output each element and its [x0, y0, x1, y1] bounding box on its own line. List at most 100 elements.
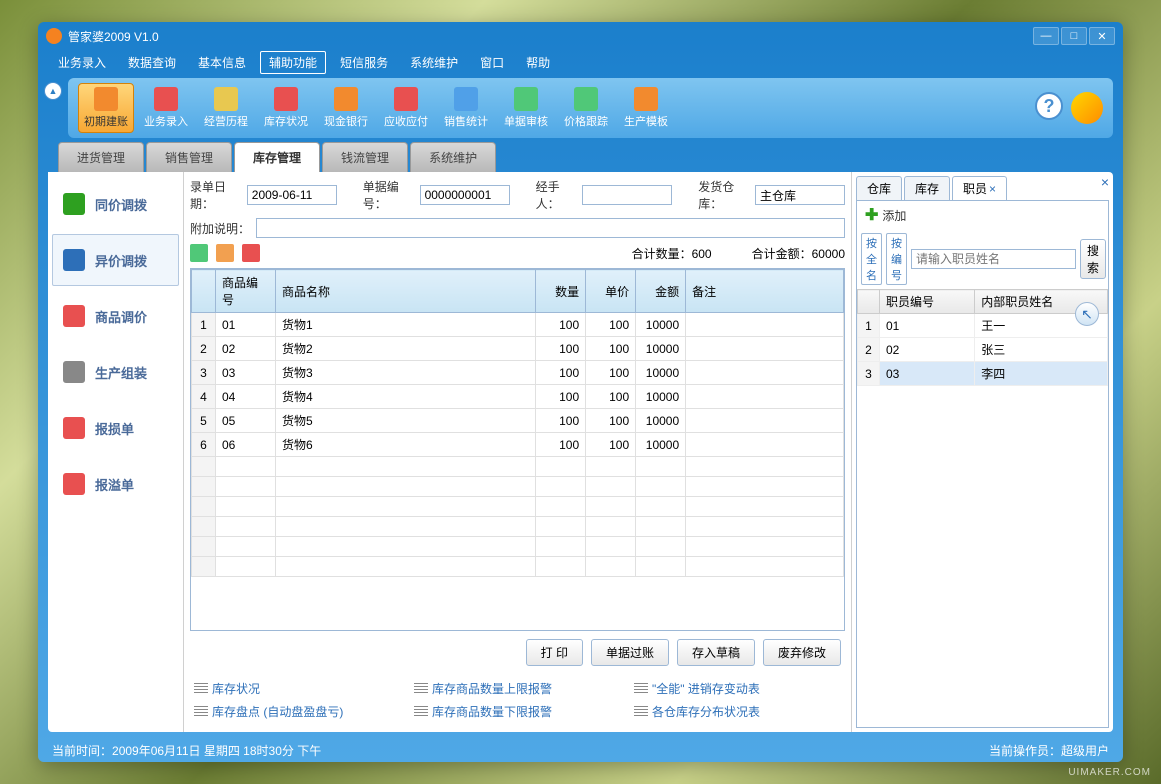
- menu-item-3[interactable]: 辅助功能: [260, 51, 326, 74]
- table-row-empty[interactable]: [192, 557, 844, 577]
- toolbar-button-4[interactable]: 现金银行: [318, 83, 374, 133]
- toolbar-button-6[interactable]: 销售统计: [438, 83, 494, 133]
- extra-input[interactable]: [256, 218, 845, 238]
- goods-grid[interactable]: 商品编号商品名称数量单价金额备注101货物110010010000202货物21…: [190, 268, 845, 631]
- grid-header-5[interactable]: 金额: [636, 270, 686, 313]
- toolbar-button-7[interactable]: 单据审核: [498, 83, 554, 133]
- minimize-button[interactable]: —: [1033, 27, 1059, 45]
- rp-grid-header-0[interactable]: [858, 290, 880, 314]
- tab-close-icon[interactable]: ×: [989, 182, 996, 196]
- employee-search-input[interactable]: [911, 249, 1076, 269]
- right-panel-tab-1[interactable]: 库存: [904, 176, 950, 200]
- filter-code-button[interactable]: 按编号: [886, 233, 907, 285]
- grid-tool-icon-3[interactable]: [242, 244, 260, 262]
- close-button[interactable]: ✕: [1089, 27, 1115, 45]
- menu-item-1[interactable]: 数据查询: [120, 52, 184, 73]
- table-row[interactable]: 303货物310010010000: [192, 361, 844, 385]
- warehouse-label: 发货仓库：: [698, 178, 749, 212]
- table-row[interactable]: 101货物110010010000: [192, 313, 844, 337]
- table-row-empty[interactable]: [192, 537, 844, 557]
- quick-link-1[interactable]: 库存商品数量上限报警: [414, 680, 594, 697]
- grid-header-3[interactable]: 数量: [536, 270, 586, 313]
- grid-header-1[interactable]: 商品编号: [216, 270, 276, 313]
- quick-link-4[interactable]: 库存商品数量下限报警: [414, 703, 594, 720]
- add-employee-button[interactable]: ✚ 添加: [857, 201, 1108, 229]
- sum-qty-label: 合计数量：: [632, 247, 692, 261]
- toolbar-button-5[interactable]: 应收应付: [378, 83, 434, 133]
- grid-tool-icon-1[interactable]: [190, 244, 208, 262]
- quick-link-0[interactable]: 库存状况: [194, 680, 374, 697]
- warehouse-input[interactable]: [755, 185, 845, 205]
- maximize-button[interactable]: □: [1061, 27, 1087, 45]
- window-title: 管家婆2009 V1.0: [68, 28, 159, 45]
- sidebar-icon-3: [63, 361, 85, 383]
- table-row-empty[interactable]: [192, 477, 844, 497]
- table-row[interactable]: 202货物210010010000: [192, 337, 844, 361]
- menu-item-2[interactable]: 基本信息: [190, 52, 254, 73]
- toolbar-button-2[interactable]: 经营历程: [198, 83, 254, 133]
- quick-link-3[interactable]: 库存盘点 (自动盘盈盘亏): [194, 703, 374, 720]
- collapse-toolbar-button[interactable]: ▲: [44, 82, 62, 100]
- main-tab-4[interactable]: 系统维护: [410, 142, 496, 172]
- right-panel-tab-0[interactable]: 仓库: [856, 176, 902, 200]
- search-button[interactable]: 搜索: [1080, 239, 1106, 279]
- discard-button[interactable]: 废弃修改: [763, 639, 841, 666]
- toolbar-icon-1: [154, 87, 178, 111]
- table-row-empty[interactable]: [192, 517, 844, 537]
- filter-fullname-button[interactable]: 按全名: [861, 233, 882, 285]
- main-tab-3[interactable]: 钱流管理: [322, 142, 408, 172]
- quick-links: 库存状况 库存商品数量上限报警 "全能" 进销存变动表库存盘点 (自动盘盈盘亏) 库存…: [190, 674, 845, 726]
- table-row-empty[interactable]: [192, 457, 844, 477]
- post-button[interactable]: 单据过账: [591, 639, 669, 666]
- list-icon: [634, 706, 648, 718]
- sidebar-item-4[interactable]: 报损单: [52, 402, 179, 454]
- arrow-up-icon[interactable]: ↖: [1075, 302, 1099, 326]
- grid-header-0[interactable]: [192, 270, 216, 313]
- grid-header-2[interactable]: 商品名称: [276, 270, 536, 313]
- print-button[interactable]: 打 印: [526, 639, 583, 666]
- rp-grid-header-1[interactable]: 职员编号: [880, 290, 975, 314]
- toolbar-button-0[interactable]: 初期建账: [78, 83, 134, 133]
- grid-header-4[interactable]: 单价: [586, 270, 636, 313]
- titlebar[interactable]: 管家婆2009 V1.0 — □ ✕: [38, 22, 1123, 50]
- menu-item-7[interactable]: 帮助: [518, 52, 558, 73]
- main-tab-0[interactable]: 进货管理: [58, 142, 144, 172]
- sidebar-item-5[interactable]: 报溢单: [52, 458, 179, 510]
- doc-no-input[interactable]: [420, 185, 510, 205]
- right-panel-tab-2[interactable]: 职员 ×: [952, 176, 1007, 200]
- right-panel-close-icon[interactable]: ×: [1101, 174, 1109, 190]
- employee-row[interactable]: 202张三: [858, 338, 1108, 362]
- sidebar-item-3[interactable]: 生产组装: [52, 346, 179, 398]
- menu-item-6[interactable]: 窗口: [472, 52, 512, 73]
- employee-row[interactable]: 101王一: [858, 314, 1108, 338]
- entry-date-input[interactable]: [247, 185, 337, 205]
- help-icon[interactable]: ?: [1035, 92, 1063, 120]
- handler-input[interactable]: [582, 185, 672, 205]
- content-area: 同价调拨异价调拨商品调价生产组装报损单报溢单 录单日期： 单据编号： 经手人： …: [48, 172, 1113, 732]
- table-row[interactable]: 505货物510010010000: [192, 409, 844, 433]
- toolbar-button-9[interactable]: 生产模板: [618, 83, 674, 133]
- table-row-empty[interactable]: [192, 497, 844, 517]
- main-tab-2[interactable]: 库存管理: [234, 142, 320, 172]
- quick-link-2[interactable]: "全能" 进销存变动表: [634, 680, 814, 697]
- employee-row[interactable]: 303李四: [858, 362, 1108, 386]
- toolbar-icon-5: [394, 87, 418, 111]
- menu-item-0[interactable]: 业务录入: [50, 52, 114, 73]
- quick-link-5[interactable]: 各仓库存分布状况表: [634, 703, 814, 720]
- sidebar-item-2[interactable]: 商品调价: [52, 290, 179, 342]
- draft-button[interactable]: 存入草稿: [677, 639, 755, 666]
- grid-header-6[interactable]: 备注: [686, 270, 844, 313]
- toolbar-button-3[interactable]: 库存状况: [258, 83, 314, 133]
- main-tab-1[interactable]: 销售管理: [146, 142, 232, 172]
- toolbar-button-8[interactable]: 价格跟踪: [558, 83, 614, 133]
- table-row[interactable]: 606货物610010010000: [192, 433, 844, 457]
- table-row[interactable]: 404货物410010010000: [192, 385, 844, 409]
- menu-item-4[interactable]: 短信服务: [332, 52, 396, 73]
- sidebar-item-1[interactable]: 异价调拨: [52, 234, 179, 286]
- grid-tool-icon-2[interactable]: [216, 244, 234, 262]
- menu-item-5[interactable]: 系统维护: [402, 52, 466, 73]
- employee-grid[interactable]: 职员编号内部职员姓名101王一202张三303李四: [857, 289, 1108, 727]
- feather-icon[interactable]: [1071, 92, 1103, 124]
- sidebar-item-0[interactable]: 同价调拨: [52, 178, 179, 230]
- toolbar-button-1[interactable]: 业务录入: [138, 83, 194, 133]
